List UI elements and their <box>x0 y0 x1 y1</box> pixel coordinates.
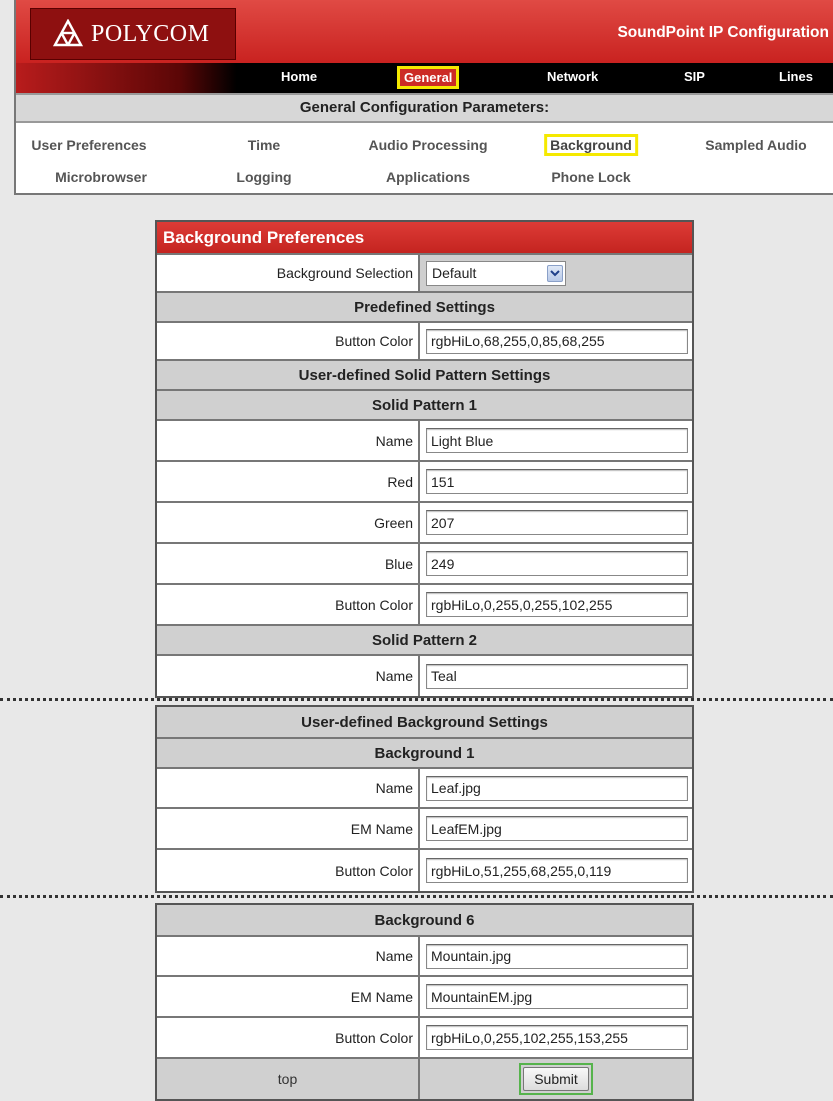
solid2-name-input[interactable] <box>426 663 688 689</box>
app-title: SoundPoint IP Configuration <box>617 24 829 41</box>
footer-row: top Submit <box>157 1059 692 1099</box>
background-selection-dropdown[interactable]: Default <box>426 260 566 286</box>
field-label: Blue <box>157 544 420 583</box>
field-value-cell <box>420 937 692 975</box>
subnav-logging[interactable]: Logging <box>236 169 291 185</box>
subnav-applications[interactable]: Applications <box>386 169 470 185</box>
bg6-em-name-input[interactable] <box>426 984 688 1009</box>
subnav-phone-lock[interactable]: Phone Lock <box>551 169 630 185</box>
field-value-cell <box>420 503 692 542</box>
background-preferences-panel: Background Preferences Background Select… <box>155 220 694 698</box>
omission-divider <box>0 895 833 898</box>
page-title: General Configuration Parameters: <box>16 93 833 123</box>
bg6-name-input[interactable] <box>426 943 688 969</box>
field-value-cell <box>420 544 692 583</box>
nav-network[interactable]: Network <box>547 69 598 84</box>
field-value-cell <box>420 323 692 359</box>
field-value-cell: Default <box>420 255 692 291</box>
field-value-cell <box>420 1018 692 1057</box>
form-row: Button Color <box>157 1018 692 1059</box>
solid1-red-input[interactable] <box>426 469 688 494</box>
subnav-background[interactable]: Background <box>544 134 638 156</box>
field-value-cell <box>420 656 692 696</box>
field-label: EM Name <box>157 809 420 848</box>
form-row: Name <box>157 769 692 809</box>
form-row: Name <box>157 421 692 462</box>
field-label: Name <box>157 421 420 460</box>
user-background-panel: User-defined Background Settings Backgro… <box>155 705 694 893</box>
nav-general[interactable]: General <box>397 66 460 89</box>
nav-home[interactable]: Home <box>281 69 317 84</box>
submit-cell: Submit <box>420 1059 692 1099</box>
selected-value: Default <box>432 265 477 281</box>
top-link[interactable]: top <box>278 1071 297 1087</box>
chevron-down-icon[interactable] <box>547 264 563 282</box>
field-label: Name <box>157 769 420 807</box>
field-label: Button Color <box>157 1018 420 1057</box>
form-row: Name <box>157 937 692 977</box>
subnav-sampled-audio[interactable]: Sampled Audio <box>705 137 806 153</box>
field-value-cell <box>420 462 692 501</box>
subsection-heading: Background 1 <box>157 739 692 769</box>
field-value-cell <box>420 769 692 807</box>
solid1-button-color-input[interactable] <box>426 592 688 617</box>
field-label: EM Name <box>157 977 420 1016</box>
field-value-cell <box>420 585 692 624</box>
polycom-triangle-icon <box>53 19 83 47</box>
panel-title: Background Preferences <box>157 222 692 255</box>
nav-sip[interactable]: SIP <box>684 69 705 84</box>
subsection-heading: Solid Pattern 1 <box>157 391 692 421</box>
field-label: Name <box>157 937 420 975</box>
field-value-cell <box>420 809 692 848</box>
omission-divider <box>0 698 833 701</box>
bg6-button-color-input[interactable] <box>426 1025 688 1050</box>
field-value-cell <box>420 421 692 460</box>
form-row: Blue <box>157 544 692 585</box>
nav-lines[interactable]: Lines <box>779 69 813 84</box>
subnav-microbrowser[interactable]: Microbrowser <box>55 169 147 185</box>
subnav-user-preferences[interactable]: User Preferences <box>31 137 146 153</box>
submit-highlight: Submit <box>519 1063 593 1095</box>
background-6-panel: Background 6 Name EM Name Button Color t… <box>155 903 694 1101</box>
solid1-green-input[interactable] <box>426 510 688 535</box>
field-label: Red <box>157 462 420 501</box>
field-value-cell <box>420 977 692 1016</box>
background-selection-row: Background Selection Default <box>157 255 692 293</box>
config-header: POLYCOM SoundPoint IP Configuration Home… <box>14 0 833 195</box>
subnav-time[interactable]: Time <box>248 137 280 153</box>
field-label: Button Color <box>157 585 420 624</box>
field-label: Green <box>157 503 420 542</box>
bg1-em-name-input[interactable] <box>426 816 688 841</box>
form-row: EM Name <box>157 809 692 850</box>
section-heading: Predefined Settings <box>157 293 692 323</box>
field-label: Name <box>157 656 420 696</box>
brand-bar: POLYCOM SoundPoint IP Configuration <box>16 0 833 63</box>
section-heading: User-defined Background Settings <box>157 707 692 739</box>
field-label: Button Color <box>157 323 420 359</box>
subsection-heading: Solid Pattern 2 <box>157 626 692 656</box>
form-row: Button Color <box>157 585 692 626</box>
bg1-button-color-input[interactable] <box>426 858 688 883</box>
subnav-audio-processing[interactable]: Audio Processing <box>368 137 487 153</box>
bg1-name-input[interactable] <box>426 775 688 801</box>
subsection-heading: Background 6 <box>157 905 692 937</box>
predefined-button-color-input[interactable] <box>426 328 688 354</box>
section-heading: User-defined Solid Pattern Settings <box>157 361 692 391</box>
solid1-name-input[interactable] <box>426 428 688 453</box>
form-row: Green <box>157 503 692 544</box>
top-cell: top <box>157 1059 420 1099</box>
field-value-cell <box>420 850 692 891</box>
form-row: Name <box>157 656 692 696</box>
field-label: Background Selection <box>157 255 420 291</box>
form-row: Button Color <box>157 850 692 891</box>
form-row: Red <box>157 462 692 503</box>
logo-text: POLYCOM <box>91 20 210 47</box>
solid1-blue-input[interactable] <box>426 551 688 576</box>
polycom-logo: POLYCOM <box>30 8 236 60</box>
main-nav: Home General Network SIP Lines <box>16 63 833 93</box>
field-label: Button Color <box>157 850 420 891</box>
form-row: Button Color <box>157 323 692 361</box>
form-row: EM Name <box>157 977 692 1018</box>
submit-button[interactable]: Submit <box>523 1067 589 1091</box>
